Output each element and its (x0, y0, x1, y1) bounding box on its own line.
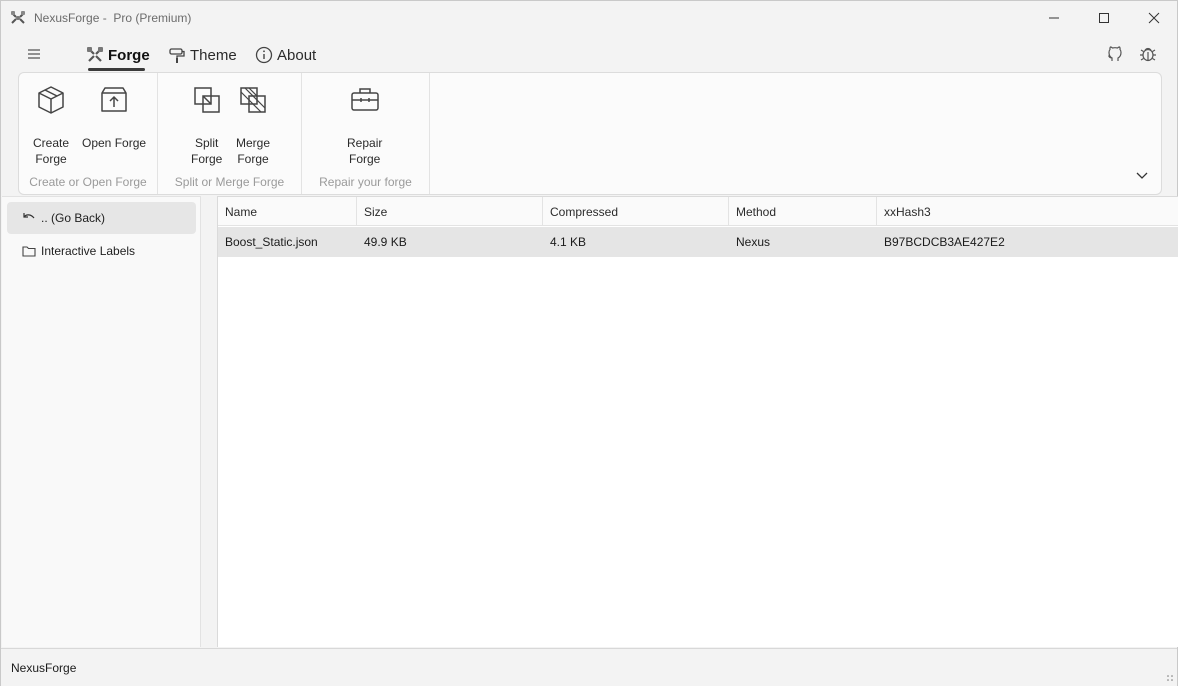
undo-icon (23, 213, 35, 219)
merge-icon (240, 87, 266, 113)
grid-header: Name Size Compressed Method xxHash3 (218, 197, 1178, 226)
open-forge-button[interactable]: Open Forge (82, 85, 146, 151)
ribbon-group-label: Split or Merge Forge (174, 175, 285, 189)
github-icon[interactable] (1106, 45, 1124, 63)
status-bar: NexusForge (1, 648, 1177, 686)
app-logo-icon (11, 11, 25, 24)
tab-theme-label: Theme (190, 46, 237, 64)
app-window: NexusForge - Pro (Premium) Forge Theme A… (0, 0, 1178, 686)
ribbon-group-create-open: Create Forge Open Forge Create or Open F… (19, 73, 158, 194)
tab-about[interactable]: About (255, 42, 316, 68)
column-header-hash[interactable]: xxHash3 (877, 197, 1177, 226)
active-tab-indicator (88, 68, 145, 71)
folder-icon (22, 246, 36, 257)
title-suffix: - Pro (Premium) (99, 11, 192, 25)
file-grid: Name Size Compressed Method xxHash3 Boos… (217, 196, 1178, 647)
folder-tree: .. (Go Back) Interactive Labels (2, 196, 201, 647)
ribbon: Create Forge Open Forge Create or Open F… (18, 72, 1162, 195)
title-bar: NexusForge - Pro (Premium) (1, 1, 1177, 35)
upload-box-icon (101, 87, 127, 112)
minimize-icon (1049, 17, 1059, 19)
column-header-compressed[interactable]: Compressed (543, 197, 729, 226)
resize-grip-icon[interactable] (1166, 674, 1174, 682)
table-row[interactable]: Boost_Static.json 49.9 KB 4.1 KB Nexus B… (218, 227, 1178, 257)
split-forge-button[interactable]: Split Forge (191, 85, 222, 167)
create-forge-line1: Create (33, 136, 70, 150)
split-forge-line1: Split (195, 136, 219, 150)
tab-about-label: About (277, 46, 317, 64)
nav-item-interactive-labels[interactable]: Interactive Labels (7, 235, 196, 267)
cell-method: Nexus (736, 235, 771, 249)
menu-bar: Forge Theme About (1, 37, 1177, 71)
nav-item-label: Interactive Labels (41, 244, 136, 258)
tab-forge-label: Forge (108, 46, 150, 64)
ribbon-group-split-merge: Split Forge Merge Forge Split or Merge F… (158, 73, 302, 194)
split-forge-line2: Forge (191, 152, 223, 166)
column-header-size[interactable]: Size (357, 197, 543, 226)
status-text: NexusForge (11, 661, 77, 675)
bug-icon[interactable] (1139, 45, 1157, 63)
ribbon-group-label: Create or Open Forge (29, 175, 147, 189)
chevron-down-icon[interactable] (1135, 171, 1149, 181)
merge-forge-line1: Merge (236, 136, 271, 150)
ribbon-group-label: Repair your forge (319, 175, 412, 189)
merge-forge-button[interactable]: Merge Forge (236, 85, 270, 167)
split-icon (193, 87, 220, 113)
repair-forge-line1: Repair (347, 136, 383, 150)
title-app-name: NexusForge (34, 11, 100, 25)
minimize-button[interactable] (1029, 1, 1079, 35)
merge-forge-line2: Forge (237, 152, 269, 166)
cell-size: 49.9 KB (364, 235, 407, 249)
nav-item-label: .. (Go Back) (41, 211, 106, 225)
create-forge-button[interactable]: Create Forge (33, 85, 69, 167)
repair-forge-line2: Forge (349, 152, 381, 166)
tab-theme[interactable]: Theme (168, 42, 237, 68)
toolbox-icon (350, 88, 379, 111)
window-title: NexusForge - Pro (Premium) (34, 11, 191, 25)
box-icon (38, 86, 64, 114)
hamburger-menu-button[interactable] (23, 44, 45, 64)
hamburger-icon (28, 49, 40, 59)
info-icon (255, 46, 273, 64)
cell-name: Boost_Static.json (225, 235, 318, 249)
open-forge-line1: Open Forge (82, 136, 147, 150)
close-button[interactable] (1129, 1, 1178, 35)
create-forge-line2: Forge (35, 152, 67, 166)
forge-icon (87, 47, 103, 62)
close-icon (1148, 12, 1160, 24)
column-header-method[interactable]: Method (729, 197, 877, 226)
tab-forge[interactable]: Forge (86, 42, 150, 68)
column-header-name[interactable]: Name (218, 197, 357, 226)
paint-roller-icon (169, 48, 185, 63)
maximize-icon (1099, 13, 1109, 23)
ribbon-group-repair: Repair Forge Repair your forge (302, 73, 430, 194)
cell-compressed: 4.1 KB (550, 235, 587, 249)
nav-item-go-back[interactable]: .. (Go Back) (7, 202, 196, 234)
maximize-button[interactable] (1079, 1, 1129, 35)
repair-forge-button[interactable]: Repair Forge (347, 85, 382, 167)
cell-hash: B97BCDCB3AE427E2 (884, 235, 1005, 249)
